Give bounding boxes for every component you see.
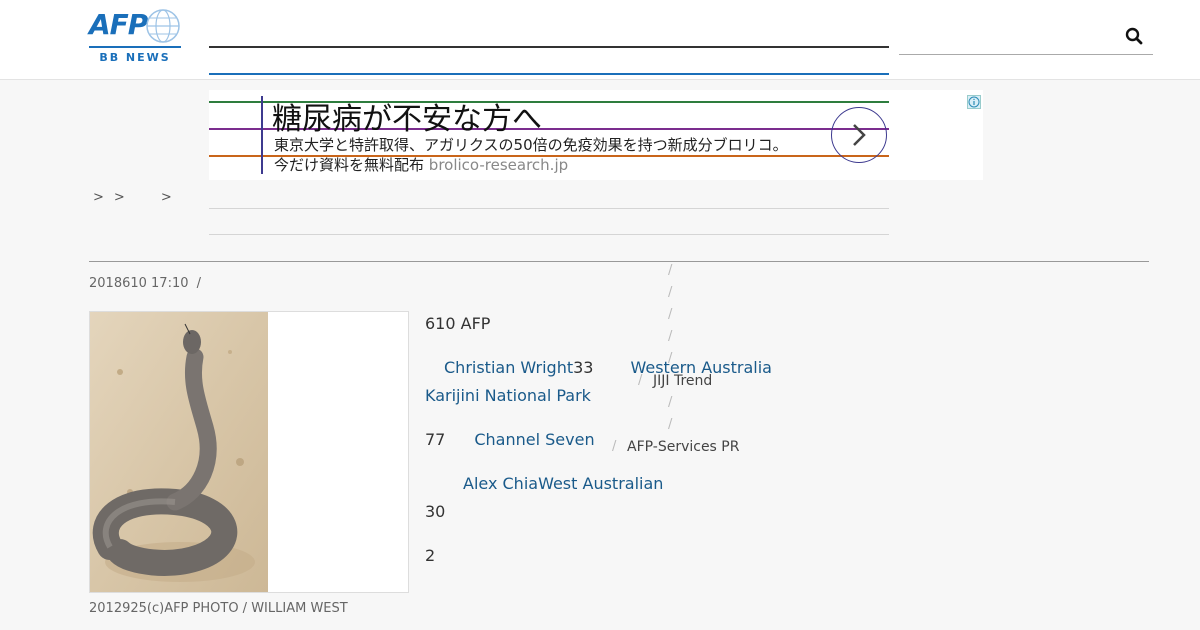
park-link[interactable]: Karijini National Park: [425, 386, 591, 405]
list-separator: /: [668, 351, 673, 366]
list-separator: /: [638, 373, 643, 388]
ad-description: 東京大学と特許取得、アガリクスの50倍の免疫効果を持つ新成分ブロリコ。 今だけ資…: [274, 135, 788, 175]
ad-domain[interactable]: brolico-research.jp: [429, 156, 568, 174]
globe-icon: [146, 9, 180, 43]
photo-caption: 2012925(c)AFP PHOTO / WILLIAM WEST: [89, 601, 348, 616]
meta-separator: /: [196, 276, 202, 291]
breadcrumb-separator: >: [93, 190, 104, 205]
paragraph-text: 610 AFP: [425, 314, 491, 333]
list-separator: /: [668, 417, 673, 432]
article-paragraph: Karijini National Park: [425, 385, 591, 407]
ad-description-line1: 東京大学と特許取得、アガリクスの50倍の免疫効果を持つ新成分ブロリコ。: [274, 136, 788, 154]
article-paragraph: Christian Wright33 Western Australia: [425, 357, 772, 379]
breadcrumb-divider-top: [209, 208, 889, 209]
article-meta: 2018610 17:10 /: [89, 276, 201, 291]
channel-link[interactable]: Channel Seven: [474, 430, 594, 449]
list-separator: /: [612, 439, 617, 454]
ad-headline[interactable]: 糖尿病が不安な方へ: [272, 94, 542, 138]
search-icon[interactable]: [1125, 27, 1143, 45]
paragraph-text: 77: [425, 430, 446, 449]
ad-offer-text: 今だけ資料を無料配布: [274, 156, 425, 174]
ad-open-button[interactable]: [831, 107, 887, 163]
search-input[interactable]: [899, 24, 1153, 55]
nav-divider-bottom: [209, 73, 889, 75]
logo-subtext: BB NEWS: [99, 51, 171, 64]
article-paragraph: 30: [425, 501, 445, 523]
logo-underline: [89, 46, 181, 48]
breadcrumb-separator: >: [160, 190, 172, 205]
article-paragraph: 2: [425, 545, 435, 567]
article-date: 2018610 17:10: [89, 276, 189, 291]
article-paragraph: 610 AFP: [425, 313, 490, 335]
article-paragraph: Alex ChiaWest Australian: [425, 473, 663, 495]
list-separator: /: [668, 285, 673, 300]
advertisement-banner[interactable]: 糖尿病が不安な方へ 東京大学と特許取得、アガリクスの50倍の免疫効果を持つ新成分…: [209, 90, 983, 180]
list-separator: /: [668, 395, 673, 410]
site-header: AFP BB NEWS: [0, 0, 1200, 80]
newspaper-link[interactable]: West Australian: [538, 474, 663, 493]
person-link[interactable]: Alex Chia: [463, 474, 538, 493]
list-separator: /: [668, 307, 673, 322]
afp-services-pr-link[interactable]: AFP-Services PR: [627, 439, 739, 455]
ad-accent-bar: [261, 96, 263, 174]
ad-info-icon[interactable]: [967, 95, 981, 109]
paragraph-text: 30: [425, 502, 446, 521]
breadcrumb-divider-bottom: [209, 234, 889, 235]
chevron-right-icon: [853, 124, 866, 146]
paragraph-text: 33: [573, 358, 594, 377]
person-link[interactable]: Christian Wright: [444, 358, 573, 377]
list-separator: /: [668, 329, 673, 344]
jiji-trend-link[interactable]: JIJI Trend: [653, 373, 712, 389]
title-divider: [89, 261, 1149, 262]
article-paragraph: 77 Channel Seven: [425, 429, 595, 451]
afp-bb-news-logo[interactable]: AFP BB NEWS: [89, 8, 181, 64]
nav-divider-top: [209, 46, 889, 48]
logo-text: AFP: [89, 8, 148, 41]
article-photo-frame[interactable]: [89, 311, 409, 593]
snake-photo[interactable]: [90, 312, 268, 592]
breadcrumb: > > >: [93, 190, 182, 205]
list-separator: /: [668, 263, 673, 278]
paragraph-text: 2: [425, 546, 436, 565]
ad-description-line2: 今だけ資料を無料配布 brolico-research.jp: [274, 155, 788, 175]
breadcrumb-separator: >: [113, 190, 125, 205]
